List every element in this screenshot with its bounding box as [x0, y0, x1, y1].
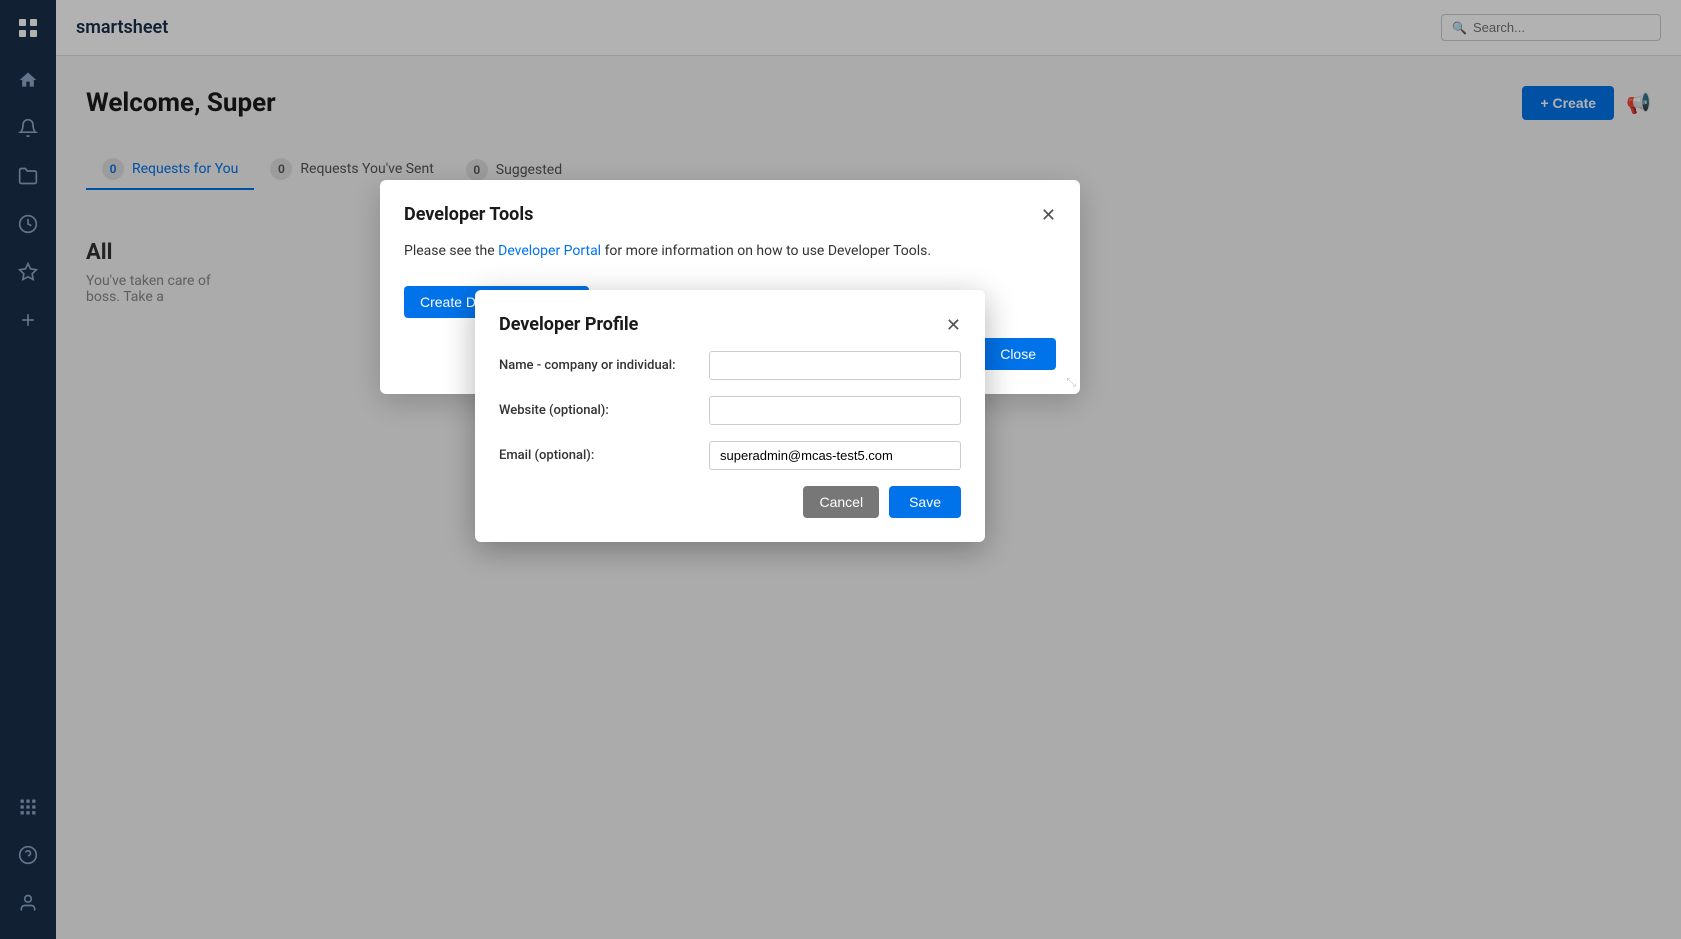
developer-tools-body: Please see the Developer Portal for more… [404, 241, 1056, 262]
email-input[interactable] [709, 441, 961, 470]
email-form-row: Email (optional): [499, 441, 961, 470]
cancel-button[interactable]: Cancel [803, 486, 879, 518]
name-form-row: Name - company or individual: [499, 351, 961, 380]
developer-profile-form: Name - company or individual: Website (o… [499, 351, 961, 470]
developer-tools-close-button[interactable]: ✕ [1041, 206, 1056, 224]
developer-tools-title: Developer Tools [404, 204, 533, 225]
developer-tools-modal-header: Developer Tools ✕ [404, 204, 1056, 225]
website-form-row: Website (optional): [499, 396, 961, 425]
developer-profile-modal: Developer Profile ✕ Name - company or in… [475, 290, 985, 542]
developer-profile-footer: Cancel Save [499, 486, 961, 518]
email-label: Email (optional): [499, 448, 699, 463]
resize-handle[interactable]: ⤡ [1066, 375, 1076, 390]
developer-portal-link[interactable]: Developer Portal [498, 243, 601, 259]
website-label: Website (optional): [499, 403, 699, 418]
name-label: Name - company or individual: [499, 358, 699, 373]
name-input[interactable] [709, 351, 961, 380]
website-input[interactable] [709, 396, 961, 425]
save-button[interactable]: Save [889, 486, 961, 518]
developer-tools-desc-after: for more information on how to use Devel… [601, 243, 931, 259]
developer-profile-title: Developer Profile [499, 314, 638, 335]
developer-profile-close-button[interactable]: ✕ [946, 316, 961, 334]
developer-tools-desc-before: Please see the [404, 243, 498, 259]
developer-tools-close-modal-button[interactable]: Close [980, 338, 1056, 370]
developer-profile-modal-header: Developer Profile ✕ [499, 314, 961, 335]
